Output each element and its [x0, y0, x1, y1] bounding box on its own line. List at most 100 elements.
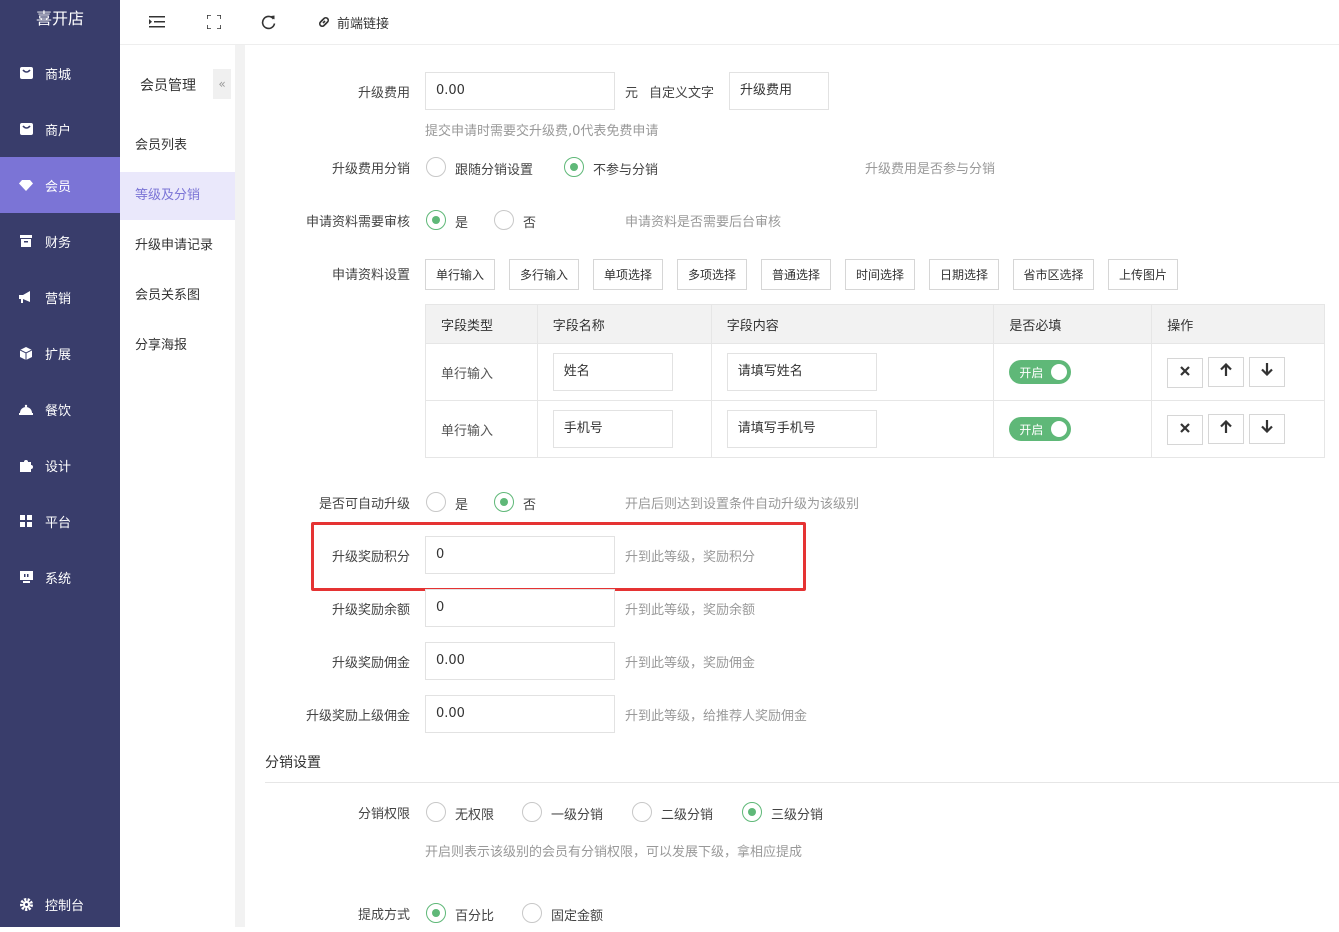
required-toggle[interactable]: 开启	[1009, 417, 1072, 441]
radio-label: 不参与分销	[593, 163, 659, 178]
link-icon	[317, 15, 331, 29]
add-image-upload-button[interactable]: 上传图片	[1108, 259, 1178, 290]
add-date-button[interactable]: 日期选择	[929, 259, 999, 290]
sidebar-item-store[interactable]: 商城	[0, 45, 120, 101]
field-type: 单行输入	[425, 400, 538, 458]
refresh-icon[interactable]	[261, 12, 276, 32]
monitor-icon	[19, 570, 33, 584]
reward-points-label: 升级奖励积分	[331, 550, 410, 565]
sidebar-item-platform[interactable]: 平台	[0, 493, 120, 549]
arrow-up-icon	[1220, 419, 1233, 437]
sidebar-item-marketing[interactable]: 营销	[0, 269, 120, 325]
radio-label: 三级分销	[771, 808, 824, 823]
sidebar-item-catering[interactable]: 餐饮	[0, 381, 120, 437]
add-multi-choice-button[interactable]: 多项选择	[677, 259, 747, 290]
move-up-button[interactable]	[1208, 356, 1245, 387]
frontend-link-button[interactable]: 前端链接	[317, 12, 389, 32]
reward-parent-label: 升级奖励上级佣金	[305, 709, 410, 724]
reward-commission-hint: 升到此等级，奖励佣金	[625, 656, 756, 671]
close-icon	[1180, 422, 1191, 437]
radio-level-2[interactable]	[632, 802, 652, 822]
field-name-input[interactable]: 姓名	[552, 353, 673, 391]
move-down-button[interactable]	[1249, 356, 1286, 387]
radio-label: 一级分销	[551, 808, 604, 823]
close-icon	[1180, 365, 1191, 380]
field-content-input[interactable]: 请填写姓名	[726, 353, 877, 391]
review-hint: 申请资料是否需要后台审核	[625, 215, 782, 230]
sidebar-item-system[interactable]: 系统	[0, 549, 120, 605]
subnav-item-member-list[interactable]: 会员列表	[120, 122, 235, 170]
subnav-title: 会员管理	[140, 78, 196, 94]
radio-level-1[interactable]	[522, 802, 542, 822]
radio-label: 跟随分销设置	[455, 163, 534, 178]
subnav-item-relation-graph[interactable]: 会员关系图	[120, 272, 235, 320]
delete-field-button[interactable]	[1167, 357, 1204, 388]
sidebar-item-console[interactable]: 控制台	[0, 876, 120, 932]
radio-auto-upgrade-yes[interactable]	[426, 492, 446, 512]
upgrade-fee-input[interactable]: 0.00	[425, 72, 615, 110]
subnav-item-share-poster[interactable]: 分享海报	[120, 322, 235, 370]
distribution-section-title: 分销设置	[265, 755, 321, 771]
fee-distribution-hint: 升级费用是否参与分销	[865, 162, 996, 177]
sidebar-item-label: 营销	[45, 291, 72, 307]
collapse-subnav-button[interactable]: «	[213, 69, 231, 99]
radio-no-distribution[interactable]	[564, 157, 584, 177]
table-row: 单行输入 姓名 请填写姓名 开启	[425, 343, 1325, 401]
reward-parent-input[interactable]: 0.00	[425, 695, 615, 733]
subnav-item-levels[interactable]: 等级及分销	[120, 172, 235, 220]
sidebar-item-finance[interactable]: 财务	[0, 213, 120, 269]
sidebar-item-merchant[interactable]: 商户	[0, 101, 120, 157]
radio-label: 二级分销	[661, 808, 714, 823]
table-header: 字段类型	[425, 304, 538, 344]
member-icon	[19, 178, 33, 192]
field-content-input[interactable]: 请填写手机号	[726, 410, 877, 448]
sidebar-item-label: 财务	[45, 235, 72, 251]
sidebar-item-label: 系统	[45, 571, 72, 587]
radio-review-no[interactable]	[494, 210, 514, 230]
radio-level-3[interactable]	[742, 802, 762, 822]
radio-auto-upgrade-no[interactable]	[494, 492, 514, 512]
sidebar-item-member[interactable]: 会员	[0, 157, 120, 213]
move-down-button[interactable]	[1249, 413, 1286, 444]
fullscreen-icon[interactable]	[207, 12, 221, 32]
add-multi-line-button[interactable]: 多行输入	[509, 259, 579, 290]
grid-icon	[19, 514, 33, 528]
table-header: 字段内容	[710, 304, 995, 344]
custom-text-input[interactable]: 升级费用	[729, 72, 829, 110]
store-icon	[19, 66, 33, 80]
radio-label: 否	[523, 498, 537, 513]
arrow-down-icon	[1261, 420, 1274, 437]
sidebar-item-extension[interactable]: 扩展	[0, 325, 120, 381]
add-single-choice-button[interactable]: 单项选择	[593, 259, 663, 290]
fields-table: 字段类型 字段名称 字段内容 是否必填 操作 单行输入 姓名 请填写姓名 开启 …	[425, 304, 1325, 458]
menu-toggle-icon[interactable]	[149, 12, 165, 32]
radio-follow-distribution[interactable]	[426, 157, 446, 177]
radio-label: 否	[523, 216, 537, 231]
reward-points-input[interactable]: 0	[425, 536, 615, 574]
radio-fixed-amount[interactable]	[522, 903, 542, 923]
radio-review-yes[interactable]	[426, 210, 446, 230]
reward-balance-input[interactable]: 0	[425, 589, 615, 627]
add-select-button[interactable]: 普通选择	[761, 259, 831, 290]
subnav-item-upgrade-records[interactable]: 升级申请记录	[120, 222, 235, 270]
reward-commission-input[interactable]: 0.00	[425, 642, 615, 680]
sidebar-item-label: 平台	[45, 515, 72, 531]
add-single-line-button[interactable]: 单行输入	[425, 259, 495, 290]
move-up-button[interactable]	[1208, 413, 1245, 444]
radio-no-permission[interactable]	[426, 802, 446, 822]
required-toggle[interactable]: 开启	[1009, 360, 1072, 384]
apply-settings-label: 申请资料设置	[331, 268, 410, 283]
fee-distribution-label: 升级费用分销	[331, 162, 410, 177]
puzzle-icon	[19, 458, 33, 472]
add-time-button[interactable]: 时间选择	[845, 259, 915, 290]
upgrade-fee-label: 升级费用	[357, 86, 410, 101]
add-region-button[interactable]: 省市区选择	[1013, 259, 1094, 290]
table-row: 单行输入 手机号 请填写手机号 开启	[425, 400, 1325, 458]
delete-field-button[interactable]	[1167, 414, 1204, 445]
table-header: 字段名称	[536, 304, 712, 344]
radio-percentage[interactable]	[426, 903, 446, 923]
merchant-icon	[19, 122, 33, 136]
field-name-input[interactable]: 手机号	[552, 410, 673, 448]
sidebar-item-design[interactable]: 设计	[0, 437, 120, 493]
reward-parent-hint: 升到此等级，给推荐人奖励佣金	[625, 709, 808, 724]
